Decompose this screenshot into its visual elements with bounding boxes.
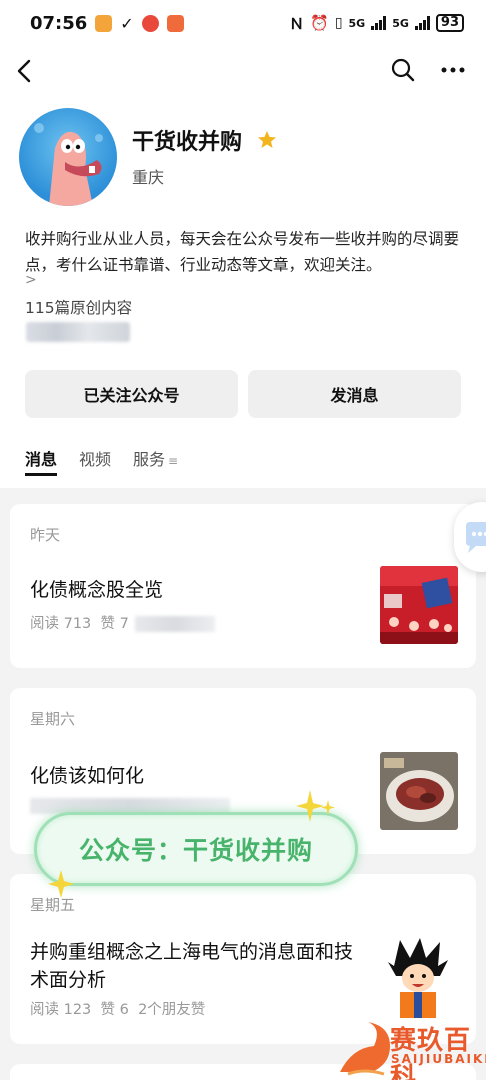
article-thumbnail[interactable]: [380, 936, 458, 1018]
blurred-stat: [134, 616, 215, 632]
like-count: 赞 6: [100, 1002, 129, 1018]
friend-likes: 2个朋友赞: [138, 1002, 206, 1018]
status-time: 07:56: [30, 12, 88, 34]
account-intro: 收并购行业从业人员，每天会在公众号发布一些收并购的尽调要点，考什么证书靠谱、行业…: [25, 230, 460, 274]
stadium-crowd-image: [380, 566, 458, 644]
article-stats: 阅读 713 赞 7: [30, 612, 215, 633]
sparkle-icon: [48, 870, 74, 898]
back-arrow-icon[interactable]: [14, 58, 36, 84]
tab-messages[interactable]: 消息: [25, 446, 58, 476]
app-notification-icon: [95, 14, 113, 32]
intro-expand-icon[interactable]: >: [25, 272, 37, 288]
article-title[interactable]: 化债概念股全览: [30, 576, 163, 604]
feed-date: 昨天: [30, 526, 61, 544]
article-title[interactable]: 并购重组概念之上海电气的消息面和技术面分析: [30, 938, 370, 994]
signal-icon: [414, 16, 430, 30]
read-count: 阅读 713: [30, 616, 92, 632]
network-label-1: 5G: [348, 16, 366, 30]
article-thumbnail[interactable]: [380, 752, 458, 830]
verified-star-icon: [258, 131, 276, 148]
status-bar: 07:56 ✓ Ｎ ⏰ ▯ 5G 5G 93: [0, 0, 486, 46]
search-icon[interactable]: [390, 57, 416, 83]
profile-tabs: 消息 视频 服务 ≡: [25, 446, 178, 478]
article-title[interactable]: 化债该如何化: [30, 762, 144, 790]
account-name: 干货收并购: [132, 130, 243, 155]
tab-videos[interactable]: 视频: [79, 446, 111, 478]
tab-services-label: 服务: [133, 450, 166, 469]
original-article-count[interactable]: 115篇原创内容: [25, 296, 132, 318]
like-count: 赞 7: [100, 616, 129, 632]
patrick-star-avatar-icon: [34, 123, 103, 206]
read-count: 阅读 123: [30, 1002, 92, 1018]
feed-card[interactable]: 昨天 化债概念股全览 阅读 713 赞 7: [10, 504, 476, 668]
chat-bubble-icon: [466, 522, 486, 553]
network-label-2: 5G: [392, 16, 409, 30]
signal-icon: [371, 16, 387, 30]
followed-button[interactable]: 已关注公众号: [25, 370, 238, 418]
more-options-icon[interactable]: [440, 66, 466, 74]
battery-indicator: 93: [435, 14, 464, 32]
sparkle-icon: [296, 790, 335, 822]
app-notification-icon: ✓: [120, 13, 134, 33]
top-navigation: [0, 50, 486, 92]
menu-icon: ≡: [168, 454, 179, 468]
article-stats: 阅读 123 赞 6 2个朋友赞: [30, 998, 205, 1019]
alarm-icon: ⏰: [310, 14, 329, 32]
feed-date: 星期六: [30, 710, 76, 728]
food-plate-image: [380, 752, 458, 830]
blurred-info: [26, 322, 130, 342]
watermark-subtext: SAIJIUBAIKE: [391, 1052, 486, 1066]
vibrate-icon: ▯: [334, 15, 343, 31]
app-notification-icon: [166, 14, 184, 32]
weibo-notification-icon: [141, 14, 159, 32]
tab-services[interactable]: 服务 ≡: [133, 446, 178, 478]
nfc-icon: Ｎ: [289, 14, 305, 33]
account-avatar[interactable]: [19, 108, 117, 206]
account-region: 重庆: [132, 168, 165, 187]
watermark-text: 赛玖百科: [390, 1026, 472, 1080]
article-thumbnail[interactable]: [380, 566, 458, 644]
cartoon-character-image: [380, 936, 458, 1018]
send-message-button[interactable]: 发消息: [248, 370, 461, 418]
